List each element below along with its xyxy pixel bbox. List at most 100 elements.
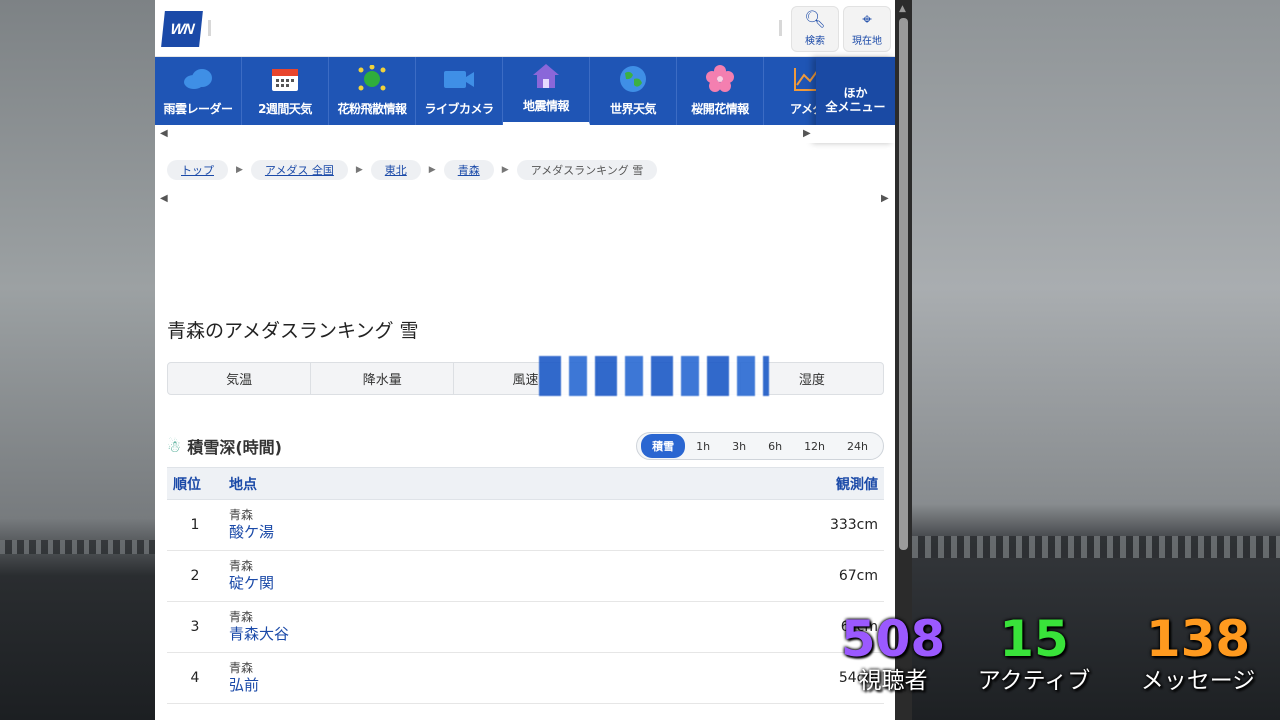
value-cell: 333cm bbox=[586, 499, 884, 551]
table-row: 1 青森 酸ケ湯 333cm bbox=[167, 499, 884, 551]
nav-item-2week-weather[interactable]: 2週間天気 bbox=[242, 57, 329, 125]
prefecture-label: 青森 bbox=[229, 559, 254, 573]
prefecture-label: 青森 bbox=[229, 610, 254, 624]
rank-cell bbox=[167, 703, 223, 720]
breadcrumb-top[interactable]: トップ bbox=[167, 160, 228, 180]
nav-label: 世界天気 bbox=[609, 102, 657, 116]
background-fence-right bbox=[912, 536, 1280, 558]
browser-page: WN 🔍︎ 検索 ⌖ 現在地 雨雲レーダー 2週間天気 花粉飛散情報 ライブカメ… bbox=[155, 0, 895, 720]
scroll-right-icon[interactable]: ▶ bbox=[803, 128, 811, 139]
video-camera-icon bbox=[442, 64, 476, 94]
table-row: 3 青森 青森大谷 6_cm bbox=[167, 601, 884, 653]
pollen-icon bbox=[355, 64, 389, 94]
header-divider bbox=[208, 20, 211, 36]
breadcrumb-amedas-national[interactable]: アメダス 全国 bbox=[250, 160, 348, 180]
station-link[interactable]: 碇ケ関 bbox=[229, 573, 586, 593]
all-menu-label-2: 全メニュー bbox=[825, 100, 886, 114]
search-button-label: 検索 bbox=[805, 35, 825, 47]
background-fence-left bbox=[0, 540, 155, 554]
breadcrumb: トップ ▶ アメダス 全国 ▶ 東北 ▶ 青森 ▶ アメダスランキング 雪 bbox=[167, 160, 658, 180]
nav-label: 花粉飛散情報 bbox=[337, 102, 407, 116]
value-cell bbox=[586, 703, 884, 720]
value-cell: 67cm bbox=[586, 550, 884, 602]
globe-icon bbox=[616, 64, 650, 94]
background-left bbox=[0, 0, 155, 720]
nav-scroll-track: ◀ ▶ bbox=[155, 125, 895, 143]
breadcrumb-aomori[interactable]: 青森 bbox=[443, 160, 494, 180]
rank-cell: 4 bbox=[167, 652, 223, 704]
message-count: 138 bbox=[1145, 610, 1251, 668]
station-link[interactable]: 弘前 bbox=[229, 675, 586, 695]
active-count: 15 bbox=[999, 610, 1069, 668]
nav-label: 桜開花情報 bbox=[691, 102, 749, 116]
station-link[interactable]: 青森大谷 bbox=[229, 624, 586, 644]
rank-cell: 3 bbox=[167, 601, 223, 653]
period-12h[interactable]: 12h bbox=[793, 436, 836, 457]
all-menu-label-1: ほか bbox=[843, 86, 868, 100]
page-title: 青森のアメダスランキング 雪 bbox=[167, 320, 419, 342]
video-glitch-artifact bbox=[539, 356, 769, 396]
nav-item-sakura[interactable]: 桜開花情報 bbox=[677, 57, 764, 125]
prefecture-label: 青森 bbox=[229, 661, 254, 675]
rank-cell: 2 bbox=[167, 550, 223, 602]
main-nav: 雨雲レーダー 2週間天気 花粉飛散情報 ライブカメラ 地震情報 世界天気 桜開花… bbox=[155, 57, 895, 143]
message-count-label: メッセージ bbox=[1140, 668, 1256, 694]
nav-item-earthquake[interactable]: 地震情報 bbox=[503, 57, 590, 125]
active-count-label: アクティブ bbox=[977, 668, 1091, 694]
station-link[interactable]: 酸ケ湯 bbox=[229, 522, 586, 542]
snowman-icon: ☃ bbox=[167, 436, 182, 456]
header-divider bbox=[779, 20, 782, 36]
table-row: 青森 bbox=[167, 703, 884, 720]
sakura-icon bbox=[703, 64, 737, 94]
tab-temperature[interactable]: 気温 bbox=[168, 363, 312, 394]
column-place: 地点 bbox=[223, 467, 587, 500]
period-1h[interactable]: 1h bbox=[685, 436, 721, 457]
message-count-stat: 138 メッセージ bbox=[1128, 612, 1268, 696]
nav-item-rain-radar[interactable]: 雨雲レーダー bbox=[155, 57, 242, 125]
place-cell: 青森 酸ケ湯 bbox=[223, 499, 587, 551]
breadcrumb-tohoku[interactable]: 東北 bbox=[370, 160, 421, 180]
period-3h[interactable]: 3h bbox=[721, 436, 757, 457]
site-logo[interactable]: WN bbox=[161, 11, 203, 47]
place-cell: 青森 弘前 bbox=[223, 652, 587, 704]
current-location-button[interactable]: ⌖ 現在地 bbox=[843, 6, 891, 52]
nav-label: ライブカメラ bbox=[424, 102, 494, 116]
breadcrumb-current: アメダスランキング 雪 bbox=[516, 160, 658, 180]
table-header-row: 順位 地点 観測値 bbox=[167, 467, 884, 500]
scroll-left-icon[interactable]: ◀ bbox=[160, 128, 168, 139]
place-cell: 青森 bbox=[223, 703, 587, 720]
place-cell: 青森 青森大谷 bbox=[223, 601, 587, 653]
carousel-right-icon[interactable]: ▶ bbox=[881, 193, 889, 204]
nav-item-pollen[interactable]: 花粉飛散情報 bbox=[329, 57, 416, 125]
active-count-stat: 15 アクティブ bbox=[966, 612, 1102, 696]
tab-precipitation[interactable]: 降水量 bbox=[311, 363, 455, 394]
search-icon: 🔍︎ bbox=[804, 9, 826, 30]
viewer-count: 508 bbox=[840, 610, 946, 668]
ranking-table: 順位 地点 観測値 1 青森 酸ケ湯 333cm 2 青森 碇ケ関 67cm 3 青… bbox=[167, 467, 884, 720]
period-24h[interactable]: 24h bbox=[836, 436, 879, 457]
calendar-icon bbox=[268, 64, 302, 94]
period-selector: 積雪 1h 3h 6h 12h 24h bbox=[636, 432, 884, 460]
nav-item-live-camera[interactable]: ライブカメラ bbox=[416, 57, 503, 125]
place-cell: 青森 碇ケ関 bbox=[223, 550, 587, 602]
breadcrumb-separator-icon: ▶ bbox=[236, 165, 243, 175]
period-snow-depth[interactable]: 積雪 bbox=[641, 434, 686, 458]
rank-cell: 1 bbox=[167, 499, 223, 551]
nav-item-world-weather[interactable]: 世界天気 bbox=[590, 57, 677, 125]
column-rank: 順位 bbox=[167, 467, 223, 500]
viewer-count-label: 視聴者 bbox=[858, 668, 928, 694]
house-icon bbox=[529, 61, 563, 91]
table-row: 2 青森 碇ケ関 67cm bbox=[167, 550, 884, 602]
search-button[interactable]: 🔍︎ 検索 bbox=[791, 6, 839, 52]
nav-label: 2週間天気 bbox=[258, 102, 312, 116]
scrollbar-thumb[interactable] bbox=[899, 18, 908, 550]
nav-label: 地震情報 bbox=[522, 99, 570, 113]
carousel-arrows: ◀ ▶ bbox=[155, 193, 895, 205]
breadcrumb-separator-icon: ▶ bbox=[501, 165, 509, 175]
nav-label: 雨雲レーダー bbox=[163, 102, 233, 116]
scroll-up-icon[interactable]: ▲ bbox=[899, 4, 906, 14]
section-title-text: 積雪深(時間) bbox=[187, 438, 282, 457]
column-value: 観測値 bbox=[586, 467, 884, 500]
period-6h[interactable]: 6h bbox=[757, 436, 793, 457]
carousel-left-icon[interactable]: ◀ bbox=[160, 193, 168, 204]
